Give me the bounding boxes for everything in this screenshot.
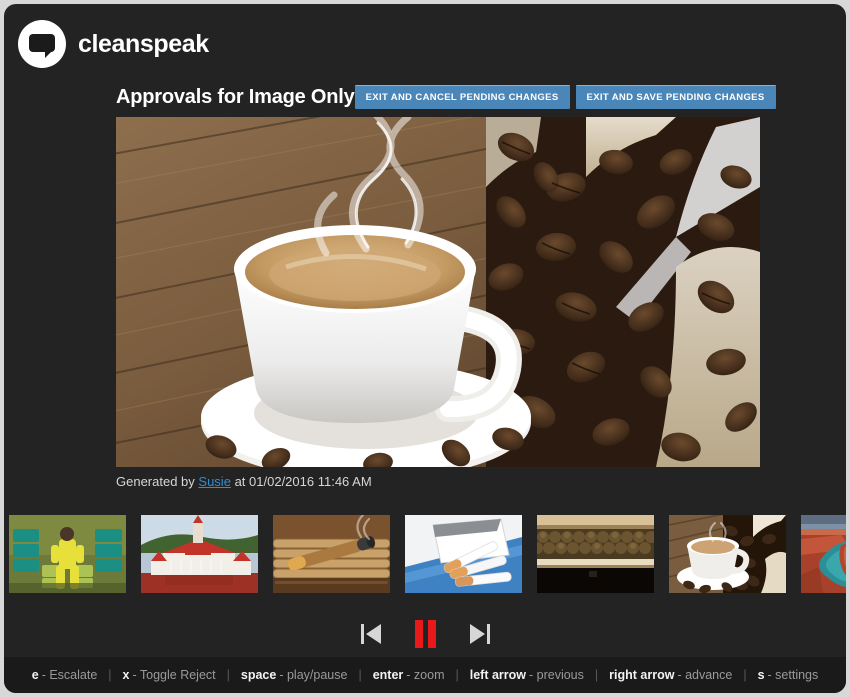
- shortcut-desc: - Escalate: [41, 668, 98, 682]
- shortcut-desc: - previous: [529, 668, 584, 682]
- main-image[interactable]: [116, 117, 760, 467]
- shortcut-desc: - settings: [767, 668, 819, 682]
- shortcut-key: space: [240, 668, 277, 682]
- thumbnail-item-7[interactable]: [801, 515, 846, 593]
- caption-middle: at: [234, 474, 246, 489]
- thumbnail-item-1[interactable]: [9, 515, 126, 593]
- shortcut-advance: right arrow - advance: [609, 668, 732, 682]
- skip-back-icon[interactable]: [357, 619, 385, 649]
- thumbnail-item-5[interactable]: [537, 515, 654, 593]
- shortcut-separator: |: [594, 668, 599, 682]
- shortcut-key: right arrow: [609, 668, 675, 682]
- brand-logo[interactable]: cleanspeak: [18, 18, 209, 70]
- shortcut-play-pause: space - play/pause: [241, 668, 348, 682]
- thumbnail-item-3[interactable]: [273, 515, 390, 593]
- skip-forward-icon[interactable]: [466, 619, 494, 649]
- thumbnail-item-6[interactable]: [669, 515, 786, 593]
- approvals-screen: cleanspeak Approvals for Image Only EXIT…: [0, 0, 850, 697]
- shortcut-key: enter: [372, 668, 404, 682]
- thumbnail-strip: [9, 515, 846, 595]
- caption-timestamp: 01/02/2016 11:46 AM: [249, 474, 372, 489]
- shortcut-escalate: e - Escalate: [32, 668, 98, 682]
- app-panel: cleanspeak Approvals for Image Only EXIT…: [4, 4, 846, 693]
- header-actions: EXIT AND CANCEL PENDING CHANGES EXIT AND…: [354, 84, 776, 110]
- shortcut-separator: |: [226, 668, 230, 682]
- speech-bubble-icon: [18, 20, 66, 68]
- shortcut-key: e: [31, 668, 39, 682]
- shortcut-key: s: [757, 668, 765, 682]
- shortcut-settings: s - settings: [758, 668, 819, 682]
- shortcut-desc: - Toggle Reject: [132, 668, 216, 682]
- shortcut-zoom: enter - zoom: [373, 668, 445, 682]
- thumbnail-item-2[interactable]: [141, 515, 258, 593]
- brand-name: cleanspeak: [78, 29, 209, 58]
- playback-controls: [4, 614, 846, 654]
- caption-prefix: Generated by: [116, 474, 195, 489]
- keyboard-shortcut-bar: e - Escalate | x - Toggle Reject | space…: [4, 657, 846, 693]
- shortcut-separator: |: [358, 668, 362, 682]
- shortcut-separator: |: [743, 668, 747, 682]
- header-row: Approvals for Image Only EXIT AND CANCEL…: [116, 82, 776, 112]
- shortcut-toggle-reject: x - Toggle Reject: [123, 668, 216, 682]
- shortcut-desc: - zoom: [406, 668, 445, 682]
- shortcut-desc: - play/pause: [279, 668, 348, 682]
- shortcut-desc: - advance: [677, 668, 733, 682]
- shortcut-key: x: [122, 668, 130, 682]
- shortcut-key: left arrow: [469, 668, 526, 682]
- shortcut-separator: |: [108, 668, 112, 682]
- image-caption: Generated by Susie at 01/02/2016 11:46 A…: [116, 474, 372, 489]
- shortcut-previous: left arrow - previous: [470, 668, 584, 682]
- exit-cancel-pending-changes-button[interactable]: EXIT AND CANCEL PENDING CHANGES: [354, 84, 570, 110]
- exit-save-pending-changes-button[interactable]: EXIT AND SAVE PENDING CHANGES: [575, 84, 776, 110]
- caption-user-link[interactable]: Susie: [198, 474, 231, 489]
- thumbnail-item-4[interactable]: [405, 515, 522, 593]
- page-title: Approvals for Image Only: [116, 85, 355, 108]
- pause-icon[interactable]: [413, 618, 438, 650]
- shortcut-separator: |: [455, 668, 459, 682]
